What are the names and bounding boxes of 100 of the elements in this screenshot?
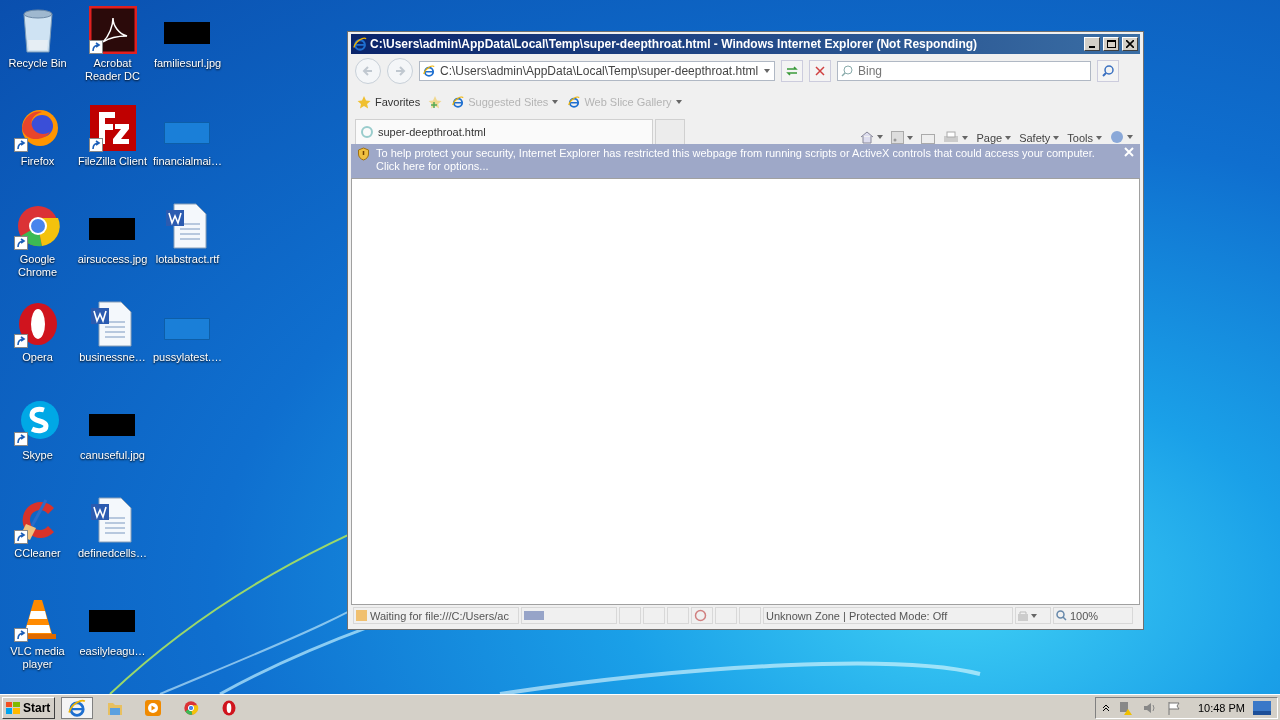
ie-logo-icon	[353, 37, 367, 51]
stop-x-icon	[815, 66, 825, 76]
caret-icon	[552, 100, 559, 104]
caret-icon	[1053, 136, 1060, 140]
maximize-button[interactable]	[1103, 37, 1119, 51]
close-button[interactable]	[1122, 37, 1138, 51]
page-icon	[423, 65, 435, 77]
icon-label[interactable]: VLC media player	[0, 645, 75, 671]
icon-label[interactable]: Google Chrome	[0, 253, 75, 279]
network-warning-icon[interactable]	[1117, 699, 1134, 716]
forward-arrow-icon	[394, 65, 406, 77]
fz-logo-icon	[88, 104, 137, 152]
lock-icon	[1018, 610, 1028, 621]
command-menu[interactable]: Page	[973, 132, 1015, 144]
page-icon	[568, 96, 581, 108]
search-icon	[841, 65, 853, 77]
status-pane	[619, 607, 641, 624]
refresh-button[interactable]	[781, 60, 803, 82]
security-status-button[interactable]	[1015, 607, 1051, 624]
icon-label[interactable]: definedcells…	[77, 547, 148, 560]
image-thumbnail-icon	[88, 414, 135, 436]
icon-label[interactable]: Recycle Bin	[8, 57, 67, 70]
address-field[interactable]: C:\Users\admin\AppData\Local\Temp\super-deepthroat.html	[419, 61, 775, 81]
status-pane	[667, 607, 689, 624]
window-title: C:\Users\admin\AppData\Local\Temp\super-deepthroat.html - Windows Internet Explorer (Not Responding)	[370, 37, 979, 51]
icon-label[interactable]: lotabstract.rtf	[155, 253, 220, 266]
caret-icon	[675, 100, 682, 104]
house-icon	[860, 130, 875, 144]
star-icon	[357, 95, 371, 109]
icon-label[interactable]: FileZilla Client	[77, 155, 148, 168]
caret-icon	[764, 69, 770, 73]
icon-label[interactable]: businessne…	[79, 351, 146, 364]
status-pane	[643, 607, 665, 624]
search-icon	[1102, 65, 1114, 77]
caret-icon	[962, 135, 969, 140]
ring-logo-icon	[221, 699, 238, 716]
taskbar-app[interactable]	[61, 696, 94, 719]
caret-icon	[907, 135, 914, 140]
empty-thumbnail-icon	[163, 318, 210, 340]
chevron-up-icon[interactable]	[1101, 703, 1110, 712]
blocked-icon	[694, 609, 707, 622]
status-pane	[739, 607, 761, 624]
status-text: Waiting for file:///C:/Users/ac	[353, 607, 519, 624]
icon-label[interactable]: Opera	[22, 351, 53, 364]
minimize-button[interactable]	[1084, 37, 1100, 51]
back-arrow-icon	[362, 65, 374, 77]
security-message: To help protect your security, Internet Explorer has restricted this webpage from running scripts or ActiveX controls that could access your computer. Click here for options...	[376, 147, 1096, 173]
forward-button[interactable]	[387, 58, 413, 84]
command-menu[interactable]: Tools	[1064, 132, 1105, 144]
favorites-button[interactable]: Favorites	[355, 95, 423, 109]
windows-logo-icon	[5, 700, 21, 715]
image-thumbnail-icon	[88, 610, 135, 632]
back-button[interactable]	[355, 58, 381, 84]
pdf-document-icon	[88, 6, 137, 54]
icon-label[interactable]: familiesurl.jpg	[153, 57, 222, 70]
icon-label[interactable]: CCleaner	[14, 547, 61, 560]
search-field[interactable]: Bing	[837, 61, 1091, 81]
status-pane	[715, 607, 737, 624]
caret-icon	[1127, 135, 1133, 139]
caret-icon	[1096, 136, 1102, 140]
ie-logo-icon	[68, 698, 87, 717]
icon-label[interactable]: financialmai…	[152, 155, 223, 168]
zoom-level[interactable]: 100%	[1053, 607, 1133, 624]
show-desktop-icon[interactable]	[1253, 700, 1271, 715]
printer-icon	[943, 131, 960, 144]
image-thumbnail-icon	[163, 22, 210, 44]
loading-icon	[360, 125, 374, 139]
close-icon	[1126, 40, 1134, 48]
caret-icon	[1005, 136, 1012, 140]
play-icon	[144, 698, 163, 717]
shield-warning-icon	[357, 147, 370, 161]
feed-icon	[891, 131, 905, 144]
start-button[interactable]: Start	[2, 696, 56, 719]
browser-tab[interactable]: super-deepthroat.html	[355, 119, 653, 144]
icon-label[interactable]: Skype	[22, 449, 53, 462]
icon-label[interactable]: easilyleagu…	[79, 645, 146, 658]
empty-thumbnail-icon	[163, 122, 210, 144]
chrome-wheel-icon	[183, 699, 200, 716]
icon-label[interactable]: airsuccess.jpg	[77, 253, 148, 266]
help-icon	[1110, 130, 1124, 144]
zone-text: Unknown Zone | Protected Mode: Off	[763, 607, 1013, 624]
warning-icon	[356, 610, 367, 621]
icon-label[interactable]: Acrobat Reader DC	[75, 57, 150, 83]
command-menu[interactable]: Safety	[1016, 132, 1063, 144]
envelope-icon	[921, 134, 936, 144]
maximize-icon	[1106, 40, 1116, 48]
caret-icon	[1031, 613, 1037, 618]
icon-label[interactable]: canuseful.jpg	[80, 449, 145, 462]
flag-icon[interactable]	[1165, 699, 1182, 716]
search-button[interactable]	[1097, 60, 1119, 82]
image-thumbnail-icon	[88, 218, 135, 240]
caret-icon	[877, 135, 884, 139]
icon-label[interactable]: Firefox	[20, 155, 55, 168]
stop-button[interactable]	[809, 60, 831, 82]
clock[interactable]: 10:48 PM	[1197, 701, 1245, 714]
page-icon	[452, 96, 465, 108]
icon-label[interactable]: pussylatest.…	[152, 351, 223, 364]
close-icon[interactable]	[1124, 147, 1134, 157]
magnifier-icon	[1056, 610, 1067, 621]
refresh-arrows-icon	[785, 65, 799, 77]
